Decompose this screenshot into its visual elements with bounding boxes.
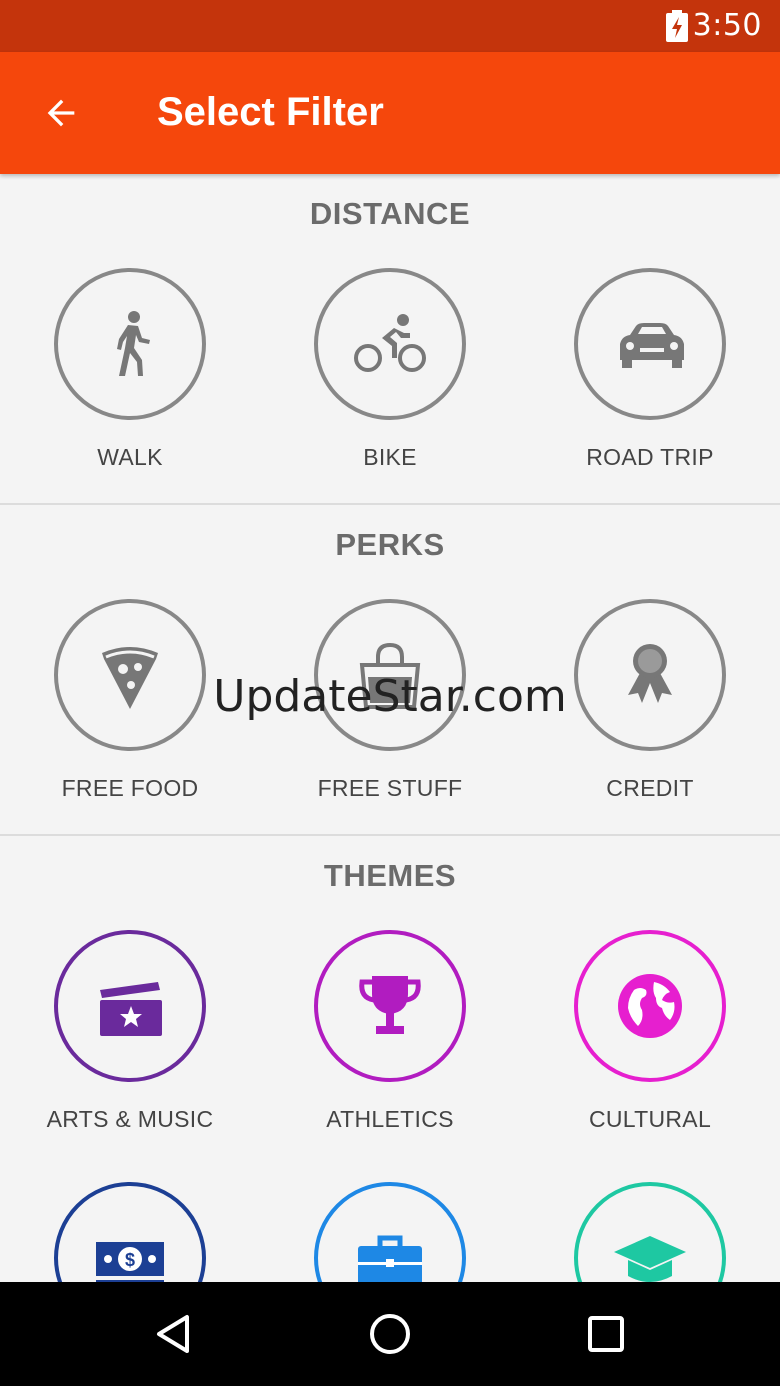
pizza-icon bbox=[102, 647, 158, 709]
section-themes: THEMES ARTS & MUSIC ATHLETICS CULTURAL $ bbox=[0, 836, 780, 1282]
money-icon: $ bbox=[96, 1242, 164, 1282]
page-title: Select Filter bbox=[157, 90, 384, 134]
section-distance: DISTANCE WALK BIKE ROAD TRIP bbox=[0, 174, 780, 505]
nav-home-button[interactable] bbox=[360, 1304, 420, 1364]
back-button[interactable] bbox=[36, 88, 86, 138]
filter-bike[interactable]: BIKE bbox=[260, 268, 520, 498]
filter-circle bbox=[314, 268, 466, 420]
filter-circle bbox=[574, 599, 726, 751]
filter-arts-music[interactable]: ARTS & MUSIC bbox=[0, 930, 260, 1160]
filter-circle bbox=[574, 268, 726, 420]
filter-circle bbox=[314, 599, 466, 751]
filter-label: ROAD TRIP bbox=[586, 444, 714, 470]
trophy-icon bbox=[359, 976, 421, 1034]
filter-label: WALK bbox=[97, 444, 163, 470]
section-title: THEMES bbox=[323, 858, 457, 893]
filter-label: ATHLETICS bbox=[326, 1106, 454, 1132]
filter-label: CULTURAL bbox=[588, 1106, 712, 1132]
section-title: PERKS bbox=[335, 527, 445, 562]
filter-circle: $ bbox=[54, 1182, 206, 1282]
filter-money[interactable]: $ bbox=[0, 1182, 260, 1282]
section-title: DISTANCE bbox=[309, 196, 471, 231]
filter-circle bbox=[314, 930, 466, 1082]
filter-career[interactable] bbox=[260, 1182, 520, 1282]
filter-label: CREDIT bbox=[606, 775, 694, 801]
battery-charging-icon bbox=[666, 10, 688, 42]
nav-back-icon bbox=[157, 1315, 189, 1353]
filter-free-food[interactable]: FREE FOOD bbox=[0, 599, 260, 829]
walk-icon bbox=[117, 311, 150, 376]
filter-circle bbox=[54, 268, 206, 420]
filter-athletics[interactable]: ATHLETICS bbox=[260, 930, 520, 1160]
briefcase-icon bbox=[358, 1235, 422, 1282]
filter-credit[interactable]: CREDIT bbox=[520, 599, 780, 829]
filter-circle bbox=[54, 930, 206, 1082]
graduation-cap-icon bbox=[614, 1236, 686, 1282]
filter-list[interactable]: DISTANCE WALK BIKE ROAD TRIP PERKS FREE … bbox=[0, 174, 780, 1282]
filter-education[interactable] bbox=[520, 1182, 780, 1282]
filter-circle bbox=[54, 599, 206, 751]
filter-cultural[interactable]: CULTURAL bbox=[520, 930, 780, 1160]
filter-label: FREE STUFF bbox=[317, 775, 463, 801]
filter-label: FREE FOOD bbox=[61, 775, 199, 801]
svg-text:$: $ bbox=[125, 1250, 135, 1270]
shopping-bag-icon bbox=[359, 642, 421, 709]
nav-home-icon bbox=[370, 1314, 410, 1354]
nav-recents-icon bbox=[588, 1316, 624, 1352]
nav-back-button[interactable] bbox=[144, 1304, 204, 1364]
award-ribbon-icon bbox=[628, 644, 672, 703]
nav-recents-button[interactable] bbox=[576, 1304, 636, 1364]
status-time: 3:50 bbox=[692, 8, 762, 43]
filter-circle bbox=[314, 1182, 466, 1282]
filter-circle bbox=[574, 1182, 726, 1282]
clapperboard-icon bbox=[100, 982, 162, 1036]
filter-free-stuff[interactable]: FREE STUFF bbox=[260, 599, 520, 829]
filter-road-trip[interactable]: ROAD TRIP bbox=[520, 268, 780, 498]
section-perks: PERKS FREE FOOD FREE STUFF CREDIT bbox=[0, 505, 780, 836]
bike-icon bbox=[354, 314, 426, 372]
navigation-bar bbox=[0, 1282, 780, 1386]
filter-label: BIKE bbox=[363, 444, 417, 470]
filter-label: ARTS & MUSIC bbox=[46, 1106, 214, 1132]
globe-icon bbox=[618, 974, 682, 1038]
app-bar: Select Filter bbox=[0, 52, 780, 174]
status-bar: 3:50 bbox=[0, 0, 780, 52]
car-icon bbox=[620, 323, 684, 368]
filter-circle bbox=[574, 930, 726, 1082]
arrow-back-icon bbox=[47, 99, 75, 127]
filter-walk[interactable]: WALK bbox=[0, 268, 260, 498]
